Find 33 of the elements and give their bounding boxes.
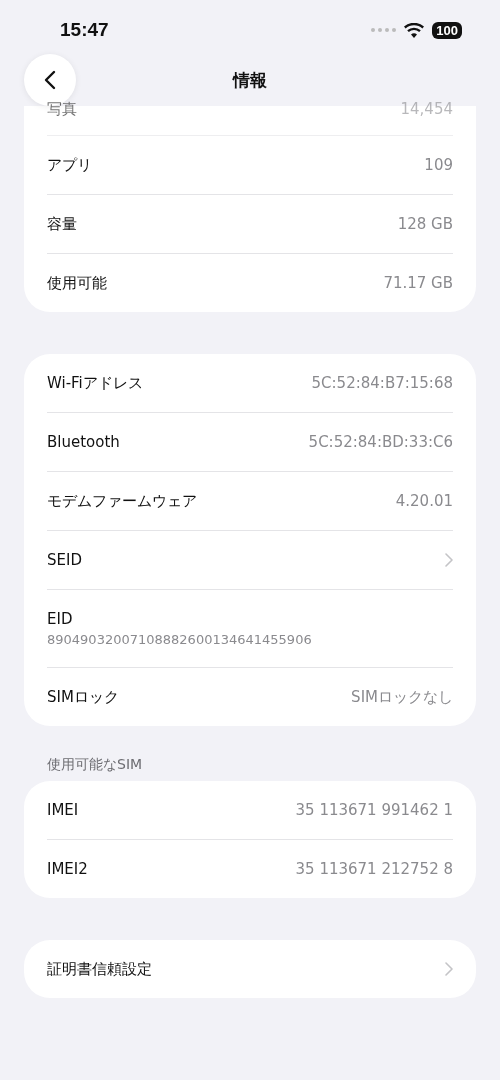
chevron-icon xyxy=(445,553,453,567)
row-label: EID xyxy=(47,610,73,628)
row-value: SIMロックなし xyxy=(351,687,453,707)
row-label: モデムファームウェア xyxy=(47,491,197,511)
row-value: 128 GB xyxy=(397,215,453,233)
row-label: アプリ xyxy=(47,155,92,175)
row-value: 35 113671 212752 8 xyxy=(295,860,453,878)
row-label[interactable]: SEID xyxy=(47,551,82,569)
row-label: IMEI xyxy=(47,801,79,819)
battery-icon: 100 xyxy=(432,21,462,39)
status-time: 15:47 xyxy=(60,19,109,41)
row-value: 14,454 xyxy=(400,100,453,118)
row-value: 5C:52:84:B7:15:68 xyxy=(311,374,453,392)
row-label: 写真 xyxy=(47,100,77,119)
row-value: 5C:52:84:BD:33:C6 xyxy=(308,433,453,451)
row-value: 109 xyxy=(424,156,453,174)
signal-icon xyxy=(371,28,397,32)
row-value: 35 113671 991462 1 xyxy=(295,801,453,819)
row-value: 4.20.01 xyxy=(395,492,453,510)
row-label: Bluetooth xyxy=(47,433,120,451)
row-label: Wi-Fiアドレス xyxy=(47,373,143,393)
row-label: IMEI2 xyxy=(47,860,88,878)
row-value: 71.17 GB xyxy=(383,274,453,292)
section-header: 使用可能なSIM xyxy=(47,756,143,772)
chevron-icon xyxy=(445,962,453,976)
row-value: 89049032007108882600134641455906 xyxy=(47,632,312,647)
page-title: 情報 xyxy=(233,69,267,90)
row-label[interactable]: 証明書信頼設定 xyxy=(47,959,152,979)
row-label: 使用可能 xyxy=(47,273,107,293)
back-icon xyxy=(44,70,56,90)
row-label: 容量 xyxy=(47,214,77,234)
wifi-icon xyxy=(404,22,425,38)
row-label: SIMロック xyxy=(47,687,119,707)
